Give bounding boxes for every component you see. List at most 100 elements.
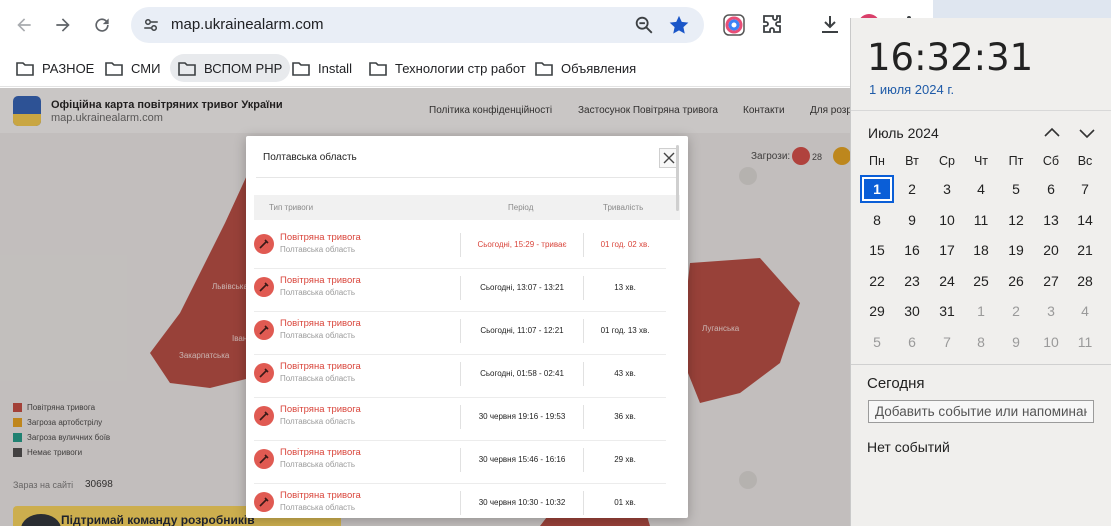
- bookmark-folder[interactable]: Технологии стр работ: [361, 54, 534, 82]
- calendar-day[interactable]: 26: [999, 267, 1033, 295]
- table-header: Тип тривоги Період Тривалість: [254, 195, 680, 220]
- calendar-day[interactable]: 11: [1068, 328, 1102, 356]
- weekday-header: Ср: [939, 154, 955, 168]
- weekday-header: Пн: [869, 154, 885, 168]
- alarm-region: Полтавська область: [280, 417, 356, 426]
- bookmark-label: Объявления: [561, 60, 637, 76]
- calendar-day[interactable]: 12: [999, 206, 1033, 234]
- table-row[interactable]: Повітряна тривога Полтавська область Сьо…: [254, 269, 666, 312]
- puzzle-icon[interactable]: [761, 13, 785, 37]
- bookmarks-bar: РАЗНОЕ СМИ ВСПОМ РНР Install Технологии …: [0, 50, 933, 87]
- table-row[interactable]: Повітряна тривога Полтавська область Сьо…: [254, 355, 666, 398]
- calendar-day[interactable]: 7: [930, 328, 964, 356]
- calendar-day[interactable]: 31: [930, 297, 964, 325]
- bookmark-folder[interactable]: СМИ: [97, 54, 168, 82]
- calendar-day[interactable]: 5: [999, 175, 1033, 203]
- color-extension-icon[interactable]: [722, 13, 746, 37]
- modal-scrollbar[interactable]: [676, 145, 679, 211]
- calendar-day[interactable]: 17: [930, 236, 964, 264]
- alarm-type: Повітряна тривога: [280, 275, 361, 286]
- weekday-header: Сб: [1042, 154, 1060, 168]
- calendar-day[interactable]: 4: [1068, 297, 1102, 325]
- calendar-day[interactable]: 3: [1034, 297, 1068, 325]
- alarm-type: Повітряна тривога: [280, 232, 361, 243]
- bookmark-label: Install: [318, 60, 352, 76]
- alarm-period: 30 червня 19:16 - 19:53: [478, 412, 566, 421]
- back-button[interactable]: [8, 9, 40, 41]
- calendar-day[interactable]: 29: [860, 297, 894, 325]
- calendar-day[interactable]: 20: [1034, 236, 1068, 264]
- calendar-day[interactable]: 21: [1068, 236, 1102, 264]
- calendar-day[interactable]: 15: [860, 236, 894, 264]
- calendar-day[interactable]: 10: [930, 206, 964, 234]
- bookmark-folder[interactable]: Install: [284, 54, 360, 82]
- bookmark-folder[interactable]: Объявления: [527, 54, 644, 82]
- zoom-out-icon[interactable]: [633, 14, 655, 36]
- table-row[interactable]: Повітряна тривога Полтавська область Сьо…: [254, 226, 666, 269]
- bookmark-label: РАЗНОЕ: [42, 60, 95, 76]
- table-row[interactable]: Повітряна тривога Полтавська область 30 …: [254, 441, 666, 484]
- browser-toolbar: map.ukrainealarm.com VR: [0, 0, 933, 50]
- column-header-duration: Тривалість: [603, 203, 644, 212]
- calendar-day[interactable]: 2: [999, 297, 1033, 325]
- calendar-day[interactable]: 8: [860, 206, 894, 234]
- calendar-day[interactable]: 18: [964, 236, 998, 264]
- alarm-period: Сьогодні, 01:58 - 02:41: [480, 369, 564, 378]
- download-icon[interactable]: [818, 13, 842, 37]
- address-bar[interactable]: map.ukrainealarm.com: [131, 7, 704, 43]
- calendar-day[interactable]: 24: [930, 267, 964, 295]
- calendar-day[interactable]: 6: [895, 328, 929, 356]
- site-info-icon[interactable]: [139, 13, 163, 37]
- calendar-day[interactable]: 19: [999, 236, 1033, 264]
- calendar-day[interactable]: 2: [895, 175, 929, 203]
- table-row[interactable]: Повітряна тривога Полтавська область Сьо…: [254, 312, 666, 355]
- add-event-input[interactable]: [868, 400, 1094, 423]
- calendar-day[interactable]: 6: [1034, 175, 1068, 203]
- calendar-day[interactable]: 10: [1034, 328, 1068, 356]
- browser-window: map.ukrainealarm.com VR РАЗНОЕ СМИ ВСПОМ…: [0, 0, 933, 526]
- calendar-day-today[interactable]: 1: [860, 175, 894, 203]
- no-events-label: Нет событий: [867, 439, 950, 455]
- calendar-day[interactable]: 3: [930, 175, 964, 203]
- calendar-day[interactable]: 30: [895, 297, 929, 325]
- reload-button[interactable]: [86, 9, 118, 41]
- calendar-day-number: 1: [864, 179, 890, 199]
- calendar-day[interactable]: 27: [1034, 267, 1068, 295]
- calendar-day[interactable]: 4: [964, 175, 998, 203]
- calendar-day[interactable]: 22: [860, 267, 894, 295]
- calendar-day[interactable]: 16: [895, 236, 929, 264]
- calendar-day[interactable]: 25: [964, 267, 998, 295]
- calendar-day[interactable]: 7: [1068, 175, 1102, 203]
- alarm-type: Повітряна тривога: [280, 318, 361, 329]
- bookmark-folder[interactable]: ВСПОМ РНР: [170, 54, 291, 82]
- column-header-type: Тип тривоги: [269, 203, 314, 212]
- table-row[interactable]: Повітряна тривога Полтавська область 30 …: [254, 484, 666, 518]
- calendar-day[interactable]: 5: [860, 328, 894, 356]
- calendar-day[interactable]: 11: [964, 206, 998, 234]
- calendar-day[interactable]: 13: [1034, 206, 1068, 234]
- calendar-month[interactable]: Июль 2024: [868, 125, 939, 141]
- alarm-period: 30 червня 15:46 - 16:16: [478, 455, 566, 464]
- address-url: map.ukrainealarm.com: [171, 16, 324, 33]
- calendar-day[interactable]: 23: [895, 267, 929, 295]
- bookmark-folder[interactable]: РАЗНОЕ: [8, 54, 102, 82]
- star-icon[interactable]: [668, 14, 690, 36]
- bookmark-label: ВСПОМ РНР: [204, 60, 283, 76]
- date-link[interactable]: 1 июля 2024 г.: [869, 82, 954, 97]
- alarm-type: Повітряна тривога: [280, 490, 361, 501]
- calendar-day[interactable]: 1: [964, 297, 998, 325]
- alarm-history-list[interactable]: Повітряна тривога Полтавська область Сьо…: [254, 226, 666, 518]
- clock-calendar-flyout: 16:32:31 1 июля 2024 г. Июль 2024 Пн Вт Ср…: [850, 18, 1111, 526]
- region-alarm-modal: Полтавська область Тип тривоги Період Тр…: [246, 136, 688, 518]
- table-row[interactable]: Повітряна тривога Полтавська область 30 …: [254, 398, 666, 441]
- calendar-day[interactable]: 9: [999, 328, 1033, 356]
- calendar-day[interactable]: 8: [964, 328, 998, 356]
- calendar-day[interactable]: 9: [895, 206, 929, 234]
- calendar-day[interactable]: 14: [1068, 206, 1102, 234]
- forward-button[interactable]: [47, 9, 79, 41]
- folder-icon: [16, 61, 34, 76]
- chevron-up-icon[interactable]: [1041, 122, 1063, 144]
- calendar-day[interactable]: 28: [1068, 267, 1102, 295]
- chevron-down-icon[interactable]: [1076, 122, 1098, 144]
- alarm-region: Полтавська область: [280, 503, 356, 512]
